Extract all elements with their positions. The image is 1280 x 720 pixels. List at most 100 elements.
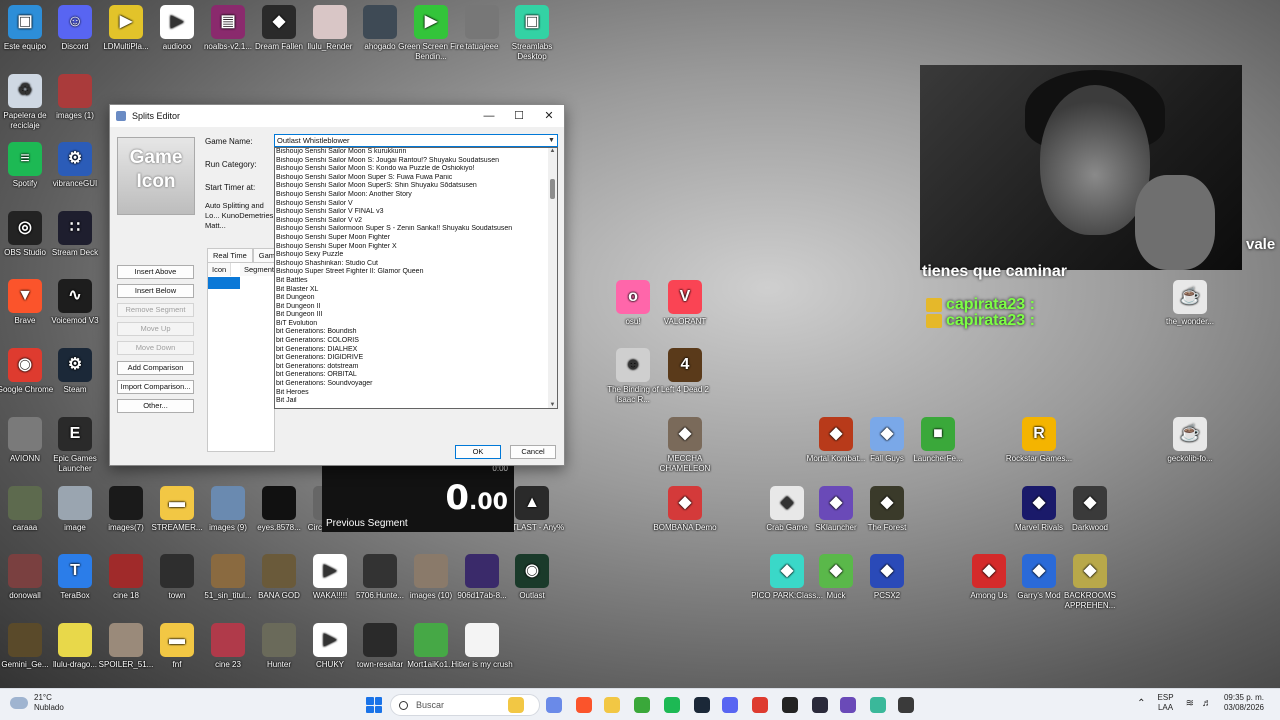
dropdown-item[interactable]: BiT Evolution [276, 320, 557, 329]
scrollbar-thumb[interactable] [550, 179, 555, 199]
game-name-dropdown-list[interactable]: Bishoujo Senshi Sailor Moon S kurukkurin… [274, 147, 558, 409]
selected-row[interactable] [208, 277, 240, 289]
side-button-insert-above[interactable]: Insert Above [117, 265, 194, 279]
start-button[interactable] [366, 697, 382, 713]
dialog-titlebar[interactable]: Splits Editor — ☐ ✕ [110, 105, 564, 127]
game-name-combobox[interactable]: Outlast Whistleblower ▼ [274, 134, 558, 147]
brave-icon[interactable] [576, 697, 592, 713]
cancel-button[interactable]: Cancel [510, 445, 556, 459]
side-button-move-up[interactable]: Move Up [117, 322, 194, 336]
weather-widget[interactable]: 21°C Nublado [10, 693, 64, 713]
dropdown-item[interactable]: Bishoujo Senshi Sailormoon Super S - Zen… [276, 225, 557, 234]
obs-icon[interactable] [782, 697, 798, 713]
app-icon[interactable] [812, 697, 828, 713]
side-button-other[interactable]: Other... [117, 399, 194, 413]
desktop-shortcut[interactable]: ▣ Streamlabs Desktop [496, 5, 568, 62]
language-indicator[interactable]: ESP LAA [1158, 693, 1174, 713]
desktop-shortcut[interactable]: ■ LauncherFe... [902, 417, 974, 464]
side-button-move-down[interactable]: Move Down [117, 341, 194, 355]
dropdown-item[interactable]: Bishoujo Senshi Sailor V [276, 200, 557, 209]
dropdown-item[interactable]: Bishoujo Shashinkan: Studio Cut [276, 260, 557, 269]
maximize-button[interactable]: ☐ [504, 105, 534, 127]
desktop-shortcut[interactable]: ◆ The Forest [851, 486, 923, 533]
dropdown-item[interactable]: Bishoujo Senshi Sailor Moon SuperS: Shin… [276, 182, 557, 191]
dropdown-item[interactable]: bit Generations: dotstream [276, 363, 557, 372]
minimize-button[interactable]: — [474, 105, 504, 127]
wifi-icon[interactable]: ≋ [1186, 698, 1194, 709]
dropdown-item[interactable]: bit Generations: DIGIDRIVE [276, 354, 557, 363]
dropdown-item[interactable]: Bit Dungeon III [276, 311, 557, 320]
desktop-shortcut[interactable]: ◆ BOMBAÑA Demo [649, 486, 721, 533]
desktop-shortcut[interactable]: ⚙ Steam [39, 348, 111, 395]
dropdown-item[interactable]: Bit Battles [276, 277, 557, 286]
chrome-icon[interactable] [752, 697, 768, 713]
dropdown-item[interactable]: Bishoujo Super Street Fighter II: Glamor… [276, 268, 557, 277]
ok-button[interactable]: OK [455, 445, 501, 459]
desktop-shortcut[interactable]: ☕ the_wonder... [1154, 280, 1226, 327]
tab-real-time[interactable]: Real Time [207, 248, 253, 262]
desktop-shortcut[interactable]: ◆ BACKROOMS APPREHEN... [1054, 554, 1126, 611]
dropdown-item[interactable]: Bishoujo Senshi Sailor Moon S: Kondo wa … [276, 165, 557, 174]
dropdown-item[interactable]: Bit Heroes [276, 389, 557, 398]
desktop-shortcut[interactable]: ◉ Outlast [496, 554, 568, 601]
desktop-shortcut[interactable]: R Rockstar Games... [1003, 417, 1075, 464]
desktop-shortcut[interactable]: ∷ Stream Deck [39, 211, 111, 258]
side-button-add-comparison[interactable]: Add Comparison [117, 361, 194, 375]
dropdown-item[interactable]: bit Generations: COLORIS [276, 337, 557, 346]
desktop-shortcut[interactable]: Hitler is my crush [446, 623, 518, 670]
app-icon[interactable] [870, 697, 886, 713]
chevron-up-icon[interactable]: ⌃ [1137, 698, 1145, 709]
dropdown-item[interactable]: bit Generations: ORBITAL [276, 371, 557, 380]
desktop-shortcut[interactable]: ∿ Voicemod V3 [39, 279, 111, 326]
dropdown-item[interactable]: Bishoujo Senshi Sailor V v2 [276, 217, 557, 226]
folder-icon[interactable] [604, 697, 620, 713]
steam-icon[interactable] [694, 697, 710, 713]
scroll-down-icon[interactable]: ▼ [548, 402, 557, 408]
dropdown-item[interactable]: bit Generations: Boundish [276, 328, 557, 337]
dropdown-item[interactable]: bit Generations: Soundvoyager [276, 380, 557, 389]
desktop-shortcut[interactable]: images (1) [39, 74, 111, 121]
app-icon[interactable] [840, 697, 856, 713]
dropdown-item[interactable]: Bit Blaster XL [276, 286, 557, 295]
dropdown-item[interactable]: Bishoujo Senshi Sailor Moon Super S: Fuw… [276, 174, 557, 183]
livesplit-icon[interactable] [898, 697, 914, 713]
file-explorer-icon[interactable] [508, 697, 524, 713]
desktop-shortcut[interactable]: E Epic Games Launcher [39, 417, 111, 474]
spotify-icon[interactable] [664, 697, 680, 713]
desktop-shortcut[interactable]: ◆ Darkwood [1054, 486, 1126, 533]
minecraft-icon[interactable] [634, 697, 650, 713]
desktop-shortcut[interactable]: ◆ PCSX2 [851, 554, 923, 601]
close-button[interactable]: ✕ [534, 105, 564, 127]
chevron-down-icon[interactable]: ▼ [546, 135, 557, 146]
discord-icon[interactable] [722, 697, 738, 713]
desktop-shortcut[interactable]: ◆ MECCHA CHAMELEON [649, 417, 721, 474]
side-button-insert-below[interactable]: Insert Below [117, 284, 194, 298]
dropdown-item[interactable]: Bishoujo Sexy Puzzle [276, 251, 557, 260]
dropdown-item[interactable]: Bishoujo Senshi Super Moon Fighter [276, 234, 557, 243]
game-icon-box[interactable]: Game Icon [117, 137, 195, 215]
desktop-shortcut-label: geckolib-fo... [1167, 454, 1213, 463]
dropdown-scrollbar[interactable]: ▲ ▼ [548, 148, 557, 408]
dropdown-item[interactable]: Bishoujo Senshi Sailor Moon S: Jougai Ra… [276, 157, 557, 166]
desktop-shortcut[interactable]: ☕ geckolib-fo... [1154, 417, 1226, 464]
dropdown-item[interactable]: Bit Dungeon II [276, 303, 557, 312]
copilot-icon[interactable] [546, 697, 562, 713]
desktop-shortcut[interactable]: ⚙ vibranceGUI [39, 142, 111, 189]
dropdown-item[interactable]: Bishoujo Senshi Sailor Moon: Another Sto… [276, 191, 557, 200]
livesplit-widget[interactable]: 0:00 0.00 Previous Segment [322, 464, 514, 532]
dropdown-item[interactable]: bit Generations: DIALHEX [276, 346, 557, 355]
dropdown-item[interactable]: Bishoujo Senshi Super Moon Fighter X [276, 243, 557, 252]
speaker-icon[interactable]: ♬ [1202, 698, 1212, 709]
side-button-import-comparison[interactable]: Import Comparison... [117, 380, 194, 394]
desktop-shortcut[interactable]: 4 Left 4 Dead 2 [649, 348, 721, 395]
side-button-remove-segment[interactable]: Remove Segment [117, 303, 194, 317]
dropdown-item[interactable]: Bit Jail [276, 397, 557, 406]
segments-grid[interactable]: Icon Segment [207, 262, 280, 452]
dropdown-item[interactable]: Bishoujo Senshi Sailor Moon S kurukkurin [276, 148, 557, 157]
dropdown-item[interactable]: Bit Dungeon [276, 294, 557, 303]
clock[interactable]: 09:35 p. m. 03/08/2026 [1224, 693, 1264, 713]
desktop-shortcut[interactable]: V VALORANT [649, 280, 721, 327]
scroll-up-icon[interactable]: ▲ [548, 148, 557, 154]
column-icon[interactable]: Icon [208, 263, 232, 276]
dropdown-item[interactable]: Bishoujo Senshi Sailor V FINAL v3 [276, 208, 557, 217]
